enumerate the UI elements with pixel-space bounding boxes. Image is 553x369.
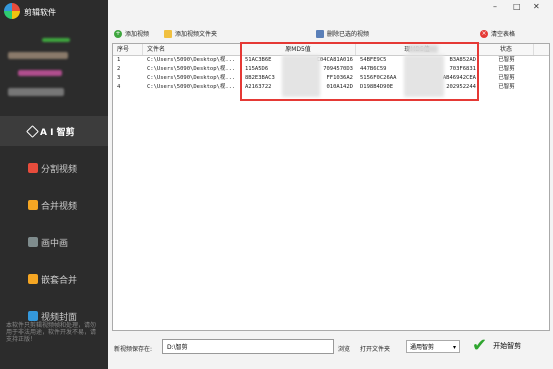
sidebar: 剪辑软件 A I 智剪 分割视频 合并视频 画中画 嵌套合并 视频封面 本软件只…: [0, 0, 108, 369]
clear-table-label: 清空表格: [491, 31, 516, 38]
merge-icon: [28, 200, 38, 210]
cell-index: 2: [117, 66, 121, 72]
app-logo-icon: [4, 3, 20, 19]
sidebar-item-label: 合并视频: [41, 201, 78, 212]
cell-file: C:\Users\5090\Desktop\视...: [147, 66, 236, 72]
browse-button[interactable]: 浏览: [338, 344, 350, 353]
blurred-account-text: [8, 88, 64, 96]
cell-index: 1: [117, 57, 121, 63]
mode-select-value: 通用智剪: [410, 344, 435, 351]
start-label: 开始智剪: [493, 341, 522, 350]
bottom-bar: 新视频保存在: D:\智剪 浏览 打开文件夹 通用智剪 ▾ ✔ 开始智剪: [108, 330, 553, 369]
sidebar-item-ai-cut[interactable]: A I 智剪: [0, 116, 108, 146]
md5-highlight-box: [240, 42, 479, 101]
chevron-down-icon: ▾: [452, 344, 456, 351]
open-folder-button[interactable]: 打开文件夹: [360, 344, 390, 353]
cell-file: C:\Users\5090\Desktop\视...: [147, 75, 236, 81]
folder-icon: [164, 29, 172, 38]
save-location-label: 新视频保存在:: [114, 346, 153, 353]
sidebar-item-label: 分割视频: [41, 164, 78, 175]
sidebar-item-split[interactable]: 分割视频: [0, 153, 108, 183]
header-index[interactable]: 序号: [113, 44, 143, 55]
cell-file: C:\Users\5090\Desktop\视...: [147, 57, 236, 63]
sidebar-item-label: 视频封面: [41, 312, 78, 323]
add-video-button[interactable]: + 添加视频: [114, 29, 149, 38]
header-status[interactable]: 状态: [479, 44, 534, 55]
sidebar-item-pip[interactable]: 画中画: [0, 227, 108, 257]
cell-index: 3: [117, 75, 121, 81]
add-video-label: 添加视频: [125, 31, 150, 38]
sidebar-item-nest[interactable]: 嵌套合并: [0, 264, 108, 294]
cell-status: 已智剪: [498, 84, 515, 90]
blurred-account-text: [8, 52, 68, 59]
add-folder-button[interactable]: 添加视频文件夹: [164, 29, 217, 38]
delete-selected-label: 删除已选的视频: [327, 31, 370, 38]
blurred-account-text: [18, 70, 62, 76]
sidebar-item-label: A I 智剪: [40, 127, 75, 138]
header-file[interactable]: 文件名: [143, 44, 241, 55]
maximize-button[interactable]: □: [513, 2, 521, 11]
delete-selected-button[interactable]: 删除已选的视频: [316, 29, 369, 38]
toolbar: + 添加视频 添加视频文件夹 删除已选的视频 × 清空表格: [108, 26, 553, 42]
split-icon: [28, 163, 38, 173]
add-folder-label: 添加视频文件夹: [175, 31, 218, 38]
app-title: 剪辑软件: [24, 8, 56, 17]
close-button[interactable]: ✕: [533, 2, 540, 11]
cell-file: C:\Users\5090\Desktop\视...: [147, 84, 236, 90]
sidebar-item-merge[interactable]: 合并视频: [0, 190, 108, 220]
start-button[interactable]: ✔ 开始智剪: [472, 335, 521, 356]
delete-icon: [316, 29, 324, 38]
sidebar-note: 本软件只剪辑视频帧和处理，请勿用于非法用途，软件开发不易，请支持正版！: [6, 322, 97, 343]
cover-icon: [28, 311, 38, 321]
nest-icon: [28, 274, 38, 284]
clear-icon: ×: [480, 29, 488, 38]
sidebar-item-label: 画中画: [41, 238, 69, 249]
cell-index: 4: [117, 84, 121, 90]
save-path-input[interactable]: D:\智剪: [162, 339, 334, 354]
blurred-account-bar: [42, 38, 70, 42]
clear-table-button[interactable]: × 清空表格: [480, 29, 515, 38]
pip-icon: [28, 237, 38, 247]
ai-cut-icon: [26, 124, 39, 138]
cell-status: 已智剪: [498, 57, 515, 63]
cell-status: 已智剪: [498, 75, 515, 81]
checkmark-icon: ✔: [472, 335, 488, 356]
plus-icon: +: [114, 29, 122, 38]
cell-status: 已智剪: [498, 66, 515, 72]
minimize-button[interactable]: –: [493, 2, 497, 11]
sidebar-menu: A I 智剪 分割视频 合并视频 画中画 嵌套合并 视频封面: [0, 116, 108, 338]
sidebar-item-label: 嵌套合并: [41, 275, 78, 286]
mode-select[interactable]: 通用智剪 ▾: [406, 340, 460, 353]
